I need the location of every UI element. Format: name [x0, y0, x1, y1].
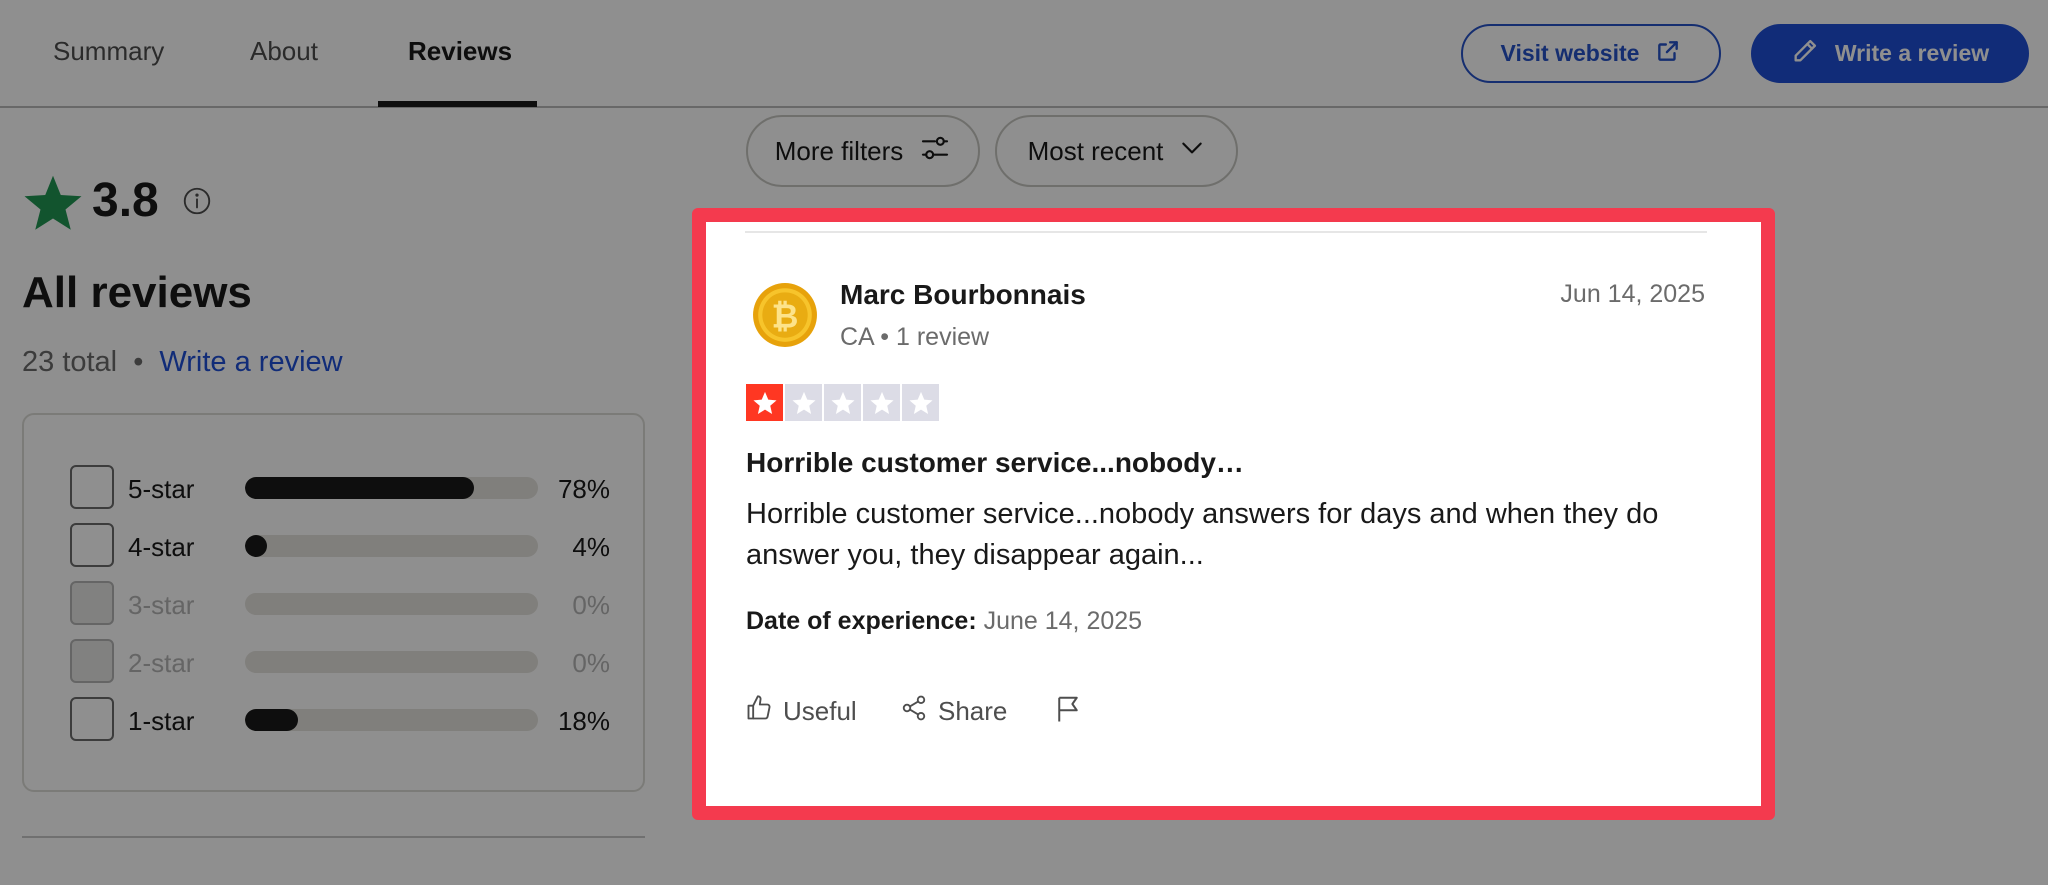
- star-empty-icon: [824, 384, 861, 421]
- thumbs-up-icon: [745, 694, 773, 729]
- card-divider: [745, 231, 1707, 233]
- experience-date: June 14, 2025: [983, 607, 1143, 635]
- review-title[interactable]: Horrible customer service...nobody…: [746, 447, 1244, 479]
- report-button[interactable]: [1053, 694, 1083, 731]
- review-date: Jun 14, 2025: [1560, 280, 1705, 308]
- review-star-rating: [746, 384, 939, 421]
- reviewer-meta: CA • 1 review: [840, 323, 990, 351]
- star-empty-icon: [863, 384, 900, 421]
- useful-button[interactable]: Useful: [745, 694, 857, 729]
- flag-icon: [1053, 694, 1083, 731]
- share-icon: [900, 694, 928, 729]
- star-empty-icon: [785, 384, 822, 421]
- reviewer-name[interactable]: Marc Bourbonnais: [840, 279, 1086, 311]
- bitcoin-avatar-icon: ₿: [753, 283, 817, 347]
- share-label: Share: [938, 696, 1008, 726]
- svg-text:₿: ₿: [772, 296, 799, 335]
- experience-label: Date of experience:: [746, 607, 977, 635]
- useful-label: Useful: [783, 696, 857, 726]
- review-body: Horrible customer service...nobody answe…: [746, 498, 1659, 571]
- date-of-experience: Date of experience: June 14, 2025: [746, 607, 1142, 636]
- star-empty-icon: [902, 384, 939, 421]
- star-filled-icon: [746, 384, 783, 421]
- share-button[interactable]: Share: [900, 694, 1007, 729]
